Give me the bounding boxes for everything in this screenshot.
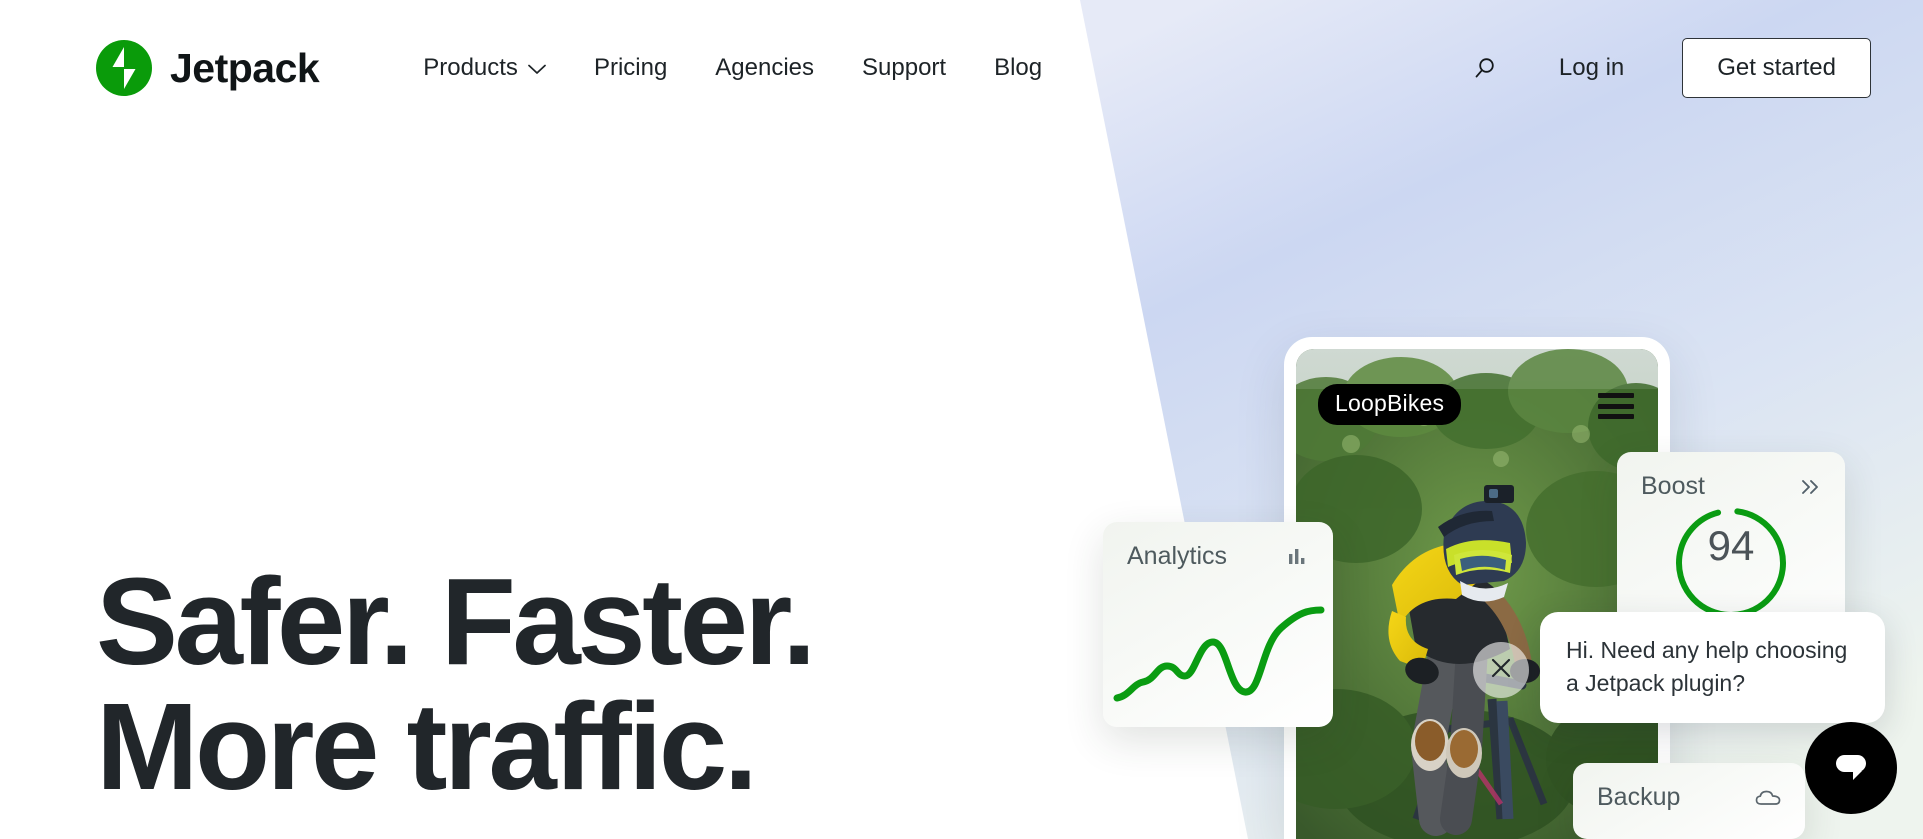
site-header: Jetpack Products Pricing Agencies Suppor… bbox=[0, 0, 1923, 136]
jetpack-logo-icon bbox=[96, 40, 152, 96]
backup-card-title: Backup bbox=[1597, 783, 1681, 811]
chat-bubble-icon bbox=[1828, 745, 1874, 792]
nav-label-products: Products bbox=[423, 54, 518, 81]
analytics-card-header: Analytics bbox=[1103, 522, 1333, 569]
nav-label-support: Support bbox=[862, 54, 947, 81]
site-badge: LoopBikes bbox=[1318, 384, 1462, 426]
boost-card-title: Boost bbox=[1641, 472, 1705, 500]
chat-message-text: Hi. Need any help choosing a Jetpack plu… bbox=[1566, 637, 1848, 696]
search-icon[interactable] bbox=[1457, 40, 1513, 96]
nav-item-products[interactable]: Products bbox=[399, 46, 570, 90]
nav-item-agencies[interactable]: Agencies bbox=[691, 46, 838, 90]
nav-item-blog[interactable]: Blog bbox=[970, 46, 1066, 90]
cloud-icon bbox=[1755, 789, 1781, 807]
hero-line-2: More traffic. bbox=[96, 679, 758, 817]
nav-label-pricing: Pricing bbox=[593, 54, 668, 81]
page-root: Jetpack Products Pricing Agencies Suppor… bbox=[0, 0, 1923, 839]
close-icon bbox=[1488, 655, 1514, 686]
analytics-card-title: Analytics bbox=[1127, 542, 1228, 570]
login-link[interactable]: Log in bbox=[1537, 44, 1646, 92]
chat-launcher-button[interactable] bbox=[1805, 722, 1897, 814]
chevron-double-right-icon[interactable] bbox=[1799, 478, 1821, 496]
bar-chart-icon bbox=[1287, 547, 1309, 567]
brand-logo[interactable]: Jetpack bbox=[96, 40, 320, 96]
get-started-button[interactable]: Get started bbox=[1682, 38, 1871, 98]
page-title: Safer. Faster. More traffic. bbox=[96, 560, 816, 811]
nav-item-support[interactable]: Support bbox=[838, 46, 970, 90]
brand-name: Jetpack bbox=[170, 44, 320, 91]
chat-close-button[interactable] bbox=[1473, 642, 1529, 698]
chat-message-bubble[interactable]: Hi. Need any help choosing a Jetpack plu… bbox=[1540, 612, 1885, 724]
backup-card[interactable]: Backup bbox=[1573, 763, 1805, 839]
hamburger-menu-icon[interactable] bbox=[1598, 393, 1634, 419]
header-actions: Log in Get started bbox=[1457, 38, 1871, 98]
nav-label-agencies: Agencies bbox=[715, 54, 815, 81]
nav-item-pricing[interactable]: Pricing bbox=[570, 46, 691, 90]
hero-section: Safer. Faster. More traffic. bbox=[96, 560, 816, 811]
nav-label-blog: Blog bbox=[994, 54, 1043, 81]
hero-line-1: Safer. Faster. bbox=[96, 554, 816, 691]
boost-score-value: 94 bbox=[1707, 522, 1755, 569]
chevron-down-icon bbox=[528, 56, 546, 80]
backup-card-header: Backup bbox=[1573, 763, 1805, 810]
main-navigation: Products Pricing Agencies Support Blog bbox=[399, 46, 1066, 90]
analytics-card[interactable]: Analytics bbox=[1103, 522, 1333, 727]
boost-card-header: Boost bbox=[1617, 452, 1845, 499]
analytics-sparkline-chart bbox=[1113, 606, 1325, 702]
